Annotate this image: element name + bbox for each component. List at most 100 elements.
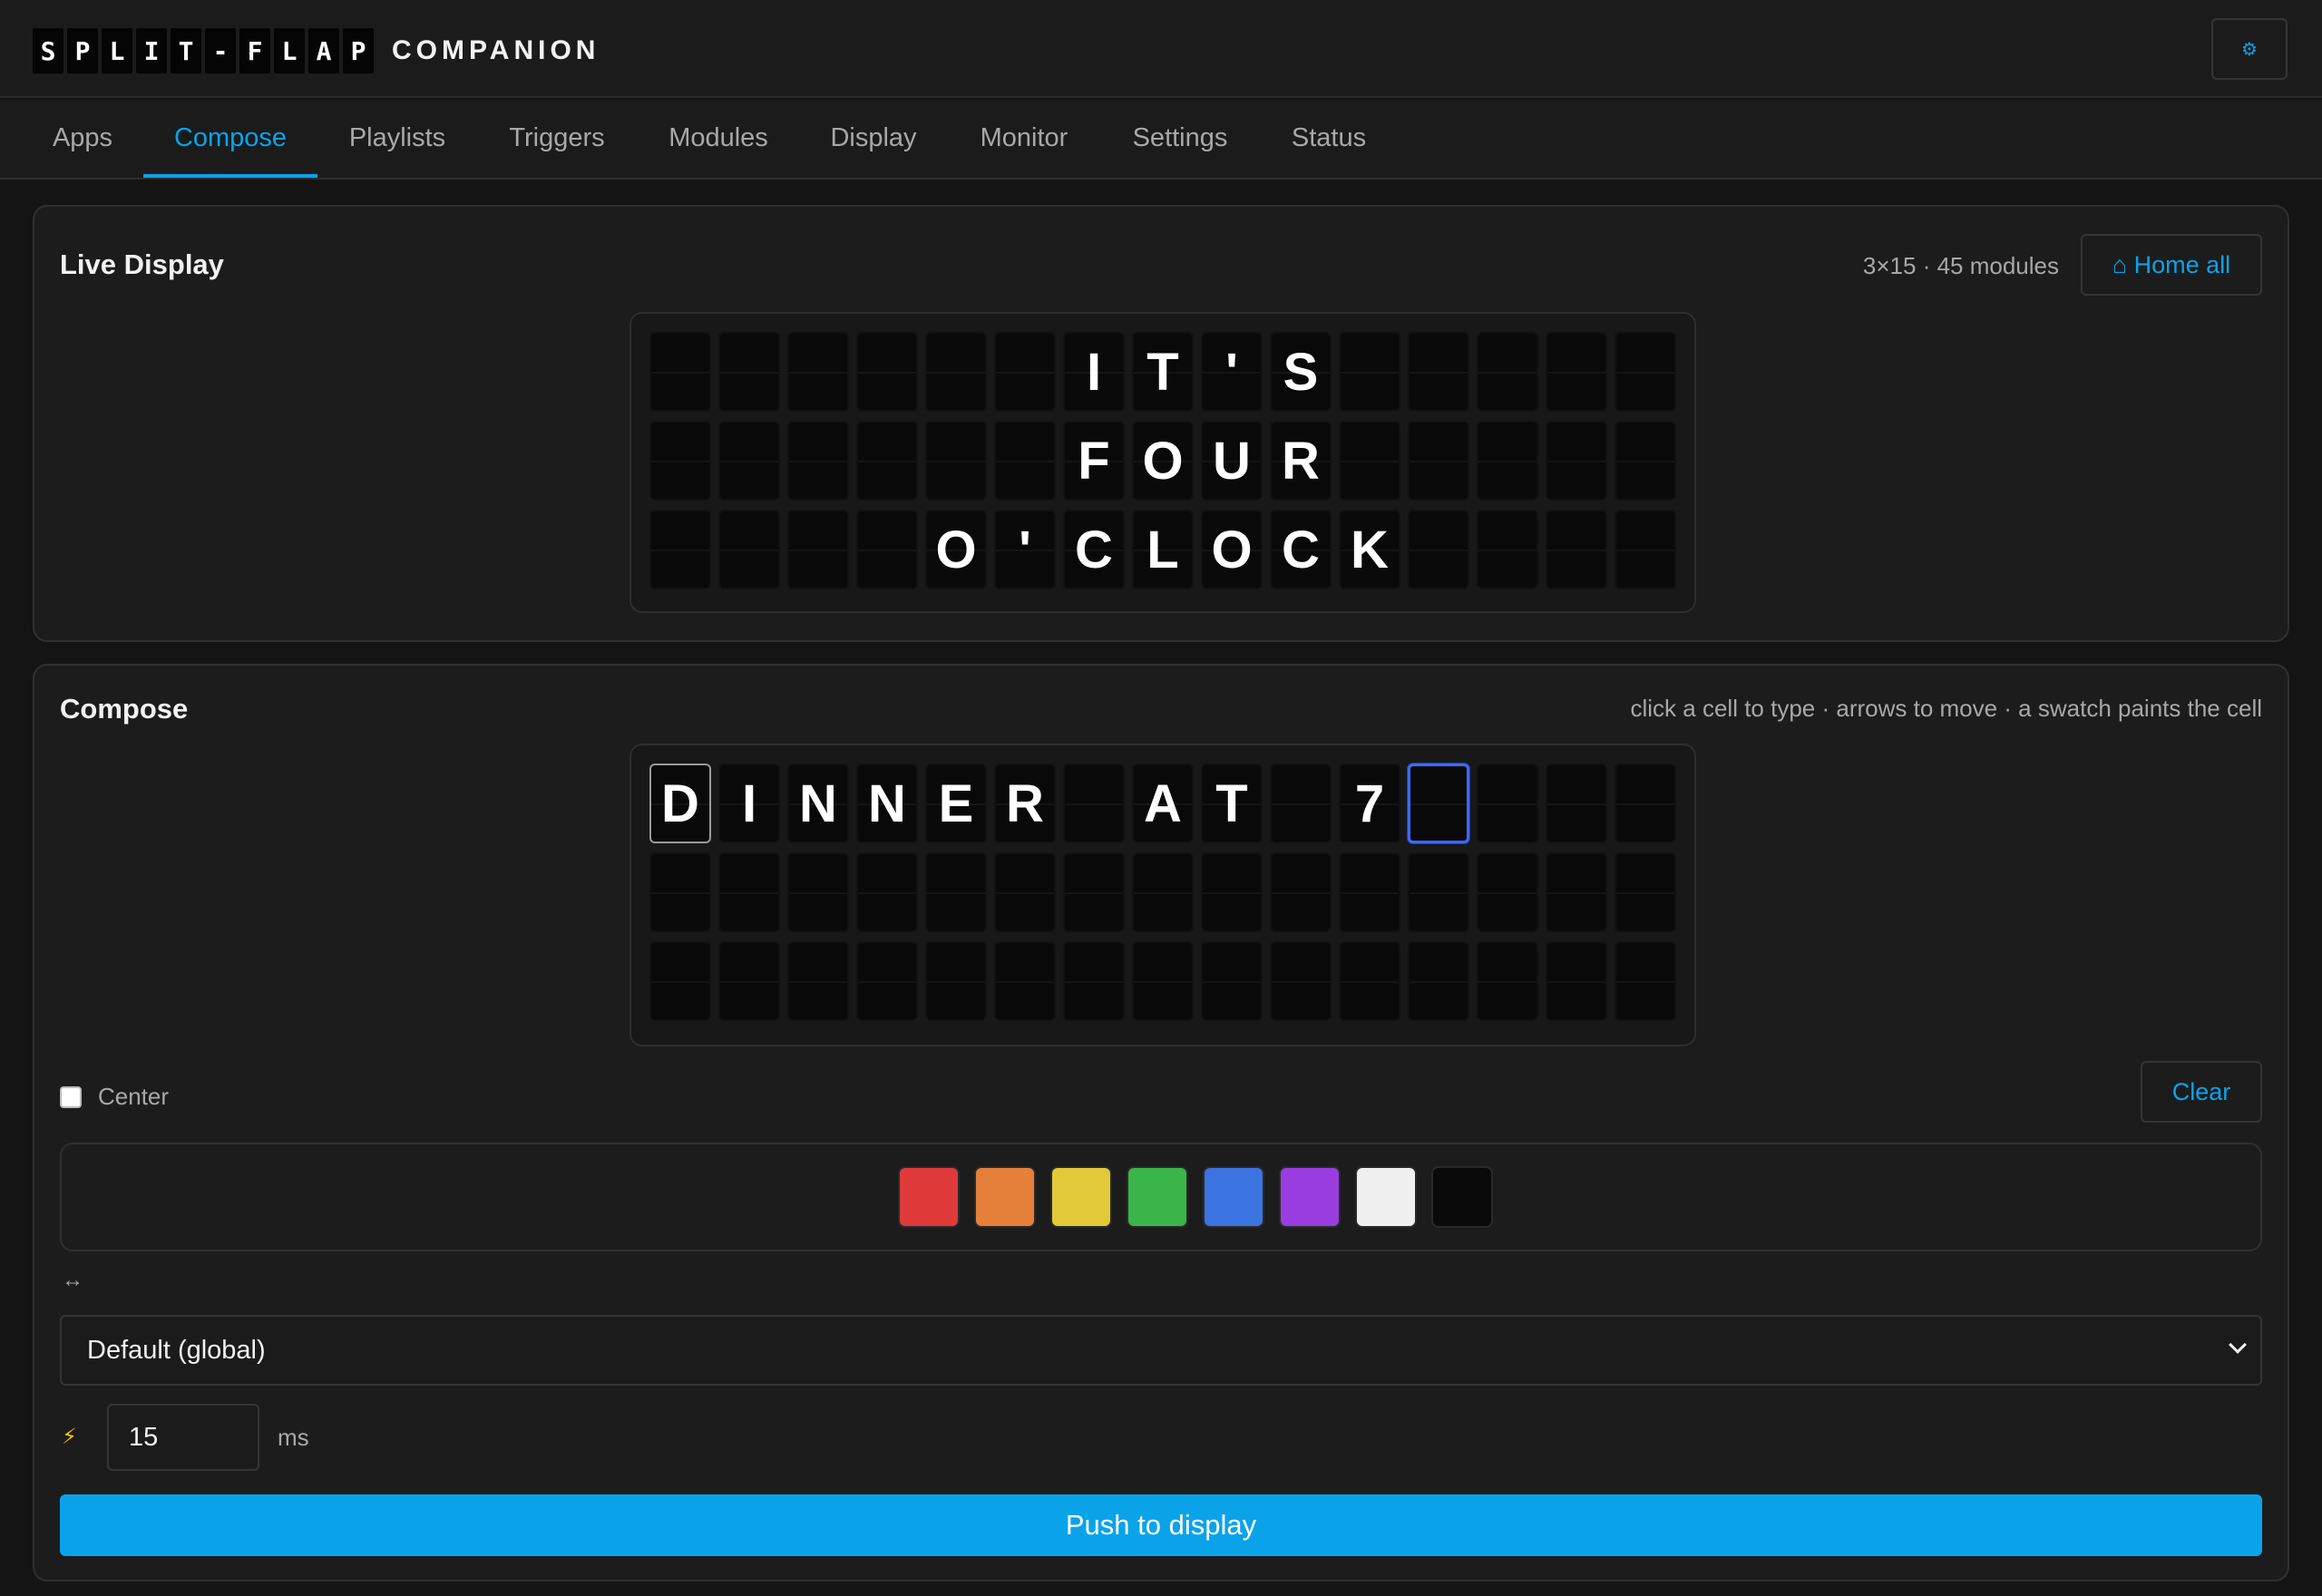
chevron-down-icon	[2229, 1336, 2247, 1354]
compose-cell[interactable]	[1408, 764, 1469, 843]
compose-cell[interactable]	[1408, 941, 1469, 1021]
compose-cell[interactable]: I	[718, 764, 780, 843]
compose-cell[interactable]: 7	[1339, 764, 1400, 843]
compose-cell[interactable]	[1546, 852, 1607, 932]
compose-cell[interactable]	[1408, 852, 1469, 932]
flap-module	[1477, 332, 1538, 412]
cell-character: T	[1146, 342, 1179, 402]
compose-cell[interactable]	[1339, 852, 1400, 932]
logo-flap: L	[102, 28, 132, 73]
compose-title: Compose	[60, 693, 189, 725]
compose-cell[interactable]	[1063, 941, 1125, 1021]
compose-cell[interactable]	[856, 941, 918, 1021]
flap-module	[1477, 510, 1538, 589]
compose-cell[interactable]	[1132, 852, 1194, 932]
compose-cell[interactable]: A	[1132, 764, 1194, 843]
compose-cell[interactable]	[1201, 941, 1263, 1021]
compose-cell[interactable]	[1546, 941, 1607, 1021]
animation-select[interactable]: Default (global)	[60, 1315, 2262, 1386]
compose-cell[interactable]	[718, 941, 780, 1021]
compose-cell[interactable]: N	[787, 764, 849, 843]
cell-character: '	[1225, 342, 1238, 402]
flap-module	[925, 332, 987, 412]
center-toggle[interactable]: Center	[60, 1083, 169, 1111]
color-swatch[interactable]	[1355, 1166, 1417, 1228]
top-bar: SPLIT-FLAP COMPANION ⚙	[0, 0, 2322, 98]
speed-input[interactable]: 15	[107, 1404, 259, 1471]
compose-cell[interactable]: R	[994, 764, 1056, 843]
compose-panel: Compose click a cell to type · arrows to…	[33, 664, 2289, 1581]
cell-character: O	[935, 520, 977, 579]
tab-triggers[interactable]: Triggers	[497, 100, 617, 178]
compose-cell[interactable]: T	[1201, 764, 1263, 843]
compose-cell[interactable]	[1201, 852, 1263, 932]
compose-cell[interactable]	[1477, 941, 1538, 1021]
flap-module	[856, 332, 918, 412]
compose-hint: click a cell to type · arrows to move · …	[1630, 695, 2263, 722]
compose-cell[interactable]	[649, 852, 711, 932]
compose-cell[interactable]: N	[856, 764, 918, 843]
color-swatch[interactable]	[1431, 1166, 1493, 1228]
tab-playlists[interactable]: Playlists	[337, 100, 457, 178]
compose-cell[interactable]	[1132, 941, 1194, 1021]
tab-apps[interactable]: Apps	[33, 100, 132, 178]
compose-cell[interactable]	[1270, 764, 1332, 843]
color-swatch[interactable]	[1203, 1166, 1264, 1228]
flap-module	[649, 421, 711, 501]
color-swatch[interactable]	[898, 1166, 960, 1228]
compose-cell[interactable]: E	[925, 764, 987, 843]
cell-character: N	[868, 774, 906, 833]
animation-select-value: Default (global)	[87, 1336, 266, 1365]
flap-module: C	[1063, 510, 1125, 589]
compose-cell[interactable]	[1477, 764, 1538, 843]
compose-cell[interactable]	[1615, 852, 1676, 932]
cell-character: O	[1211, 520, 1253, 579]
color-swatch[interactable]	[1050, 1166, 1112, 1228]
color-swatch[interactable]	[1127, 1166, 1188, 1228]
tab-monitor[interactable]: Monitor	[967, 100, 1081, 178]
compose-cell[interactable]	[1339, 941, 1400, 1021]
tab-compose[interactable]: Compose	[143, 100, 317, 178]
logo-wordmark: COMPANION	[392, 35, 600, 65]
compose-cell[interactable]	[1477, 852, 1538, 932]
cell-character: 7	[1354, 774, 1385, 833]
color-swatch[interactable]	[1279, 1166, 1341, 1228]
compose-cell[interactable]	[1546, 764, 1607, 843]
compose-cell[interactable]	[787, 852, 849, 932]
flap-module	[1615, 510, 1676, 589]
flap-module	[1546, 421, 1607, 501]
compose-cell[interactable]	[1615, 764, 1676, 843]
center-checkbox[interactable]	[60, 1085, 82, 1108]
compose-cell[interactable]	[1063, 764, 1125, 843]
clear-button[interactable]: Clear	[2141, 1061, 2262, 1123]
compose-cell[interactable]	[1615, 941, 1676, 1021]
flap-module: I	[1063, 332, 1125, 412]
compose-cell[interactable]	[1270, 852, 1332, 932]
compose-cell[interactable]	[718, 852, 780, 932]
tab-display[interactable]: Display	[820, 100, 927, 178]
color-swatch[interactable]	[974, 1166, 1036, 1228]
compose-cell[interactable]	[856, 852, 918, 932]
flap-module: C	[1270, 510, 1332, 589]
push-to-display-button[interactable]: Push to display	[60, 1494, 2262, 1556]
compose-cell[interactable]	[787, 941, 849, 1021]
cell-character: '	[1019, 520, 1031, 579]
compose-cell[interactable]: D	[649, 764, 711, 843]
home-all-button[interactable]: ⌂ Home all	[2081, 234, 2262, 296]
settings-button[interactable]: ⚙	[2211, 18, 2288, 80]
cell-character: I	[1086, 342, 1102, 402]
gear-icon: ⚙	[2241, 39, 2258, 60]
flap-module	[787, 510, 849, 589]
flap-module: '	[994, 510, 1056, 589]
tab-modules[interactable]: Modules	[657, 100, 780, 178]
compose-cell[interactable]	[925, 852, 987, 932]
compose-cell[interactable]	[925, 941, 987, 1021]
compose-cell[interactable]	[994, 941, 1056, 1021]
tab-status[interactable]: Status	[1279, 100, 1379, 178]
compose-cell[interactable]	[1063, 852, 1125, 932]
compose-cell[interactable]	[649, 941, 711, 1021]
tab-settings[interactable]: Settings	[1121, 100, 1239, 178]
compose-cell[interactable]	[1270, 941, 1332, 1021]
flap-module	[718, 421, 780, 501]
compose-cell[interactable]	[994, 852, 1056, 932]
